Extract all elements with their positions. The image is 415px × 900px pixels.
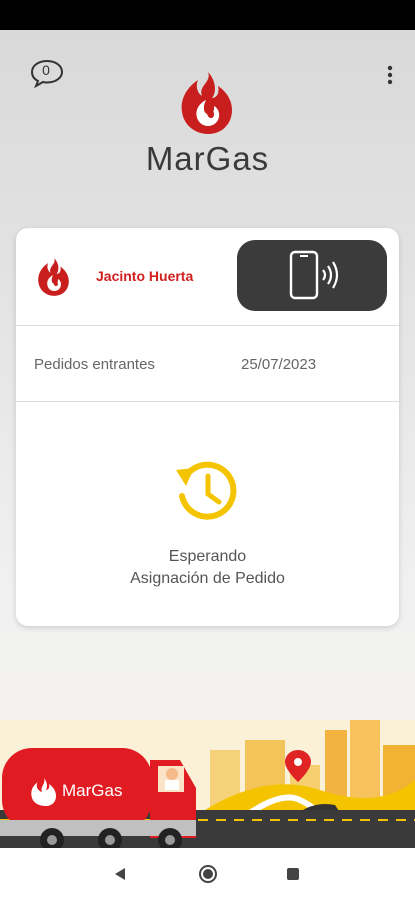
delivery-illustration: MarGas <box>0 720 415 848</box>
brand-title: MarGas <box>145 140 270 177</box>
home-icon[interactable] <box>198 864 218 884</box>
app-screen: 0 MarGas Jacinto Huerta Pedidos entrante… <box>0 30 415 848</box>
orders-date: 25/07/2023 <box>241 356 317 373</box>
order-status-text: Esperando Asignación de Pedido <box>16 546 399 590</box>
system-nav-bar <box>0 848 415 900</box>
flame-logo-icon <box>38 258 69 296</box>
chat-button[interactable]: 0 <box>30 58 64 89</box>
card-header: Jacinto Huerta <box>16 228 399 324</box>
truck-brand-text: MarGas <box>62 781 122 800</box>
status-line-2: Asignación de Pedido <box>130 570 285 587</box>
driver-name: Jacinto Huerta <box>96 268 194 284</box>
phone-nfc-icon <box>289 250 339 300</box>
flame-logo-icon <box>181 72 232 134</box>
orders-label: Pedidos entrantes <box>34 356 155 373</box>
divider <box>16 325 399 326</box>
driver-card: Jacinto Huerta Pedidos entrantes 25/07/2… <box>16 228 399 626</box>
notification-count: 0 <box>42 62 50 78</box>
status-bar <box>0 0 415 30</box>
kebab-menu-icon[interactable] <box>380 60 400 90</box>
gas-truck: MarGas <box>0 748 196 848</box>
status-line-1: Esperando <box>168 548 247 565</box>
divider <box>16 401 399 402</box>
clock-restore-icon <box>176 461 237 520</box>
nfc-button[interactable] <box>237 240 387 311</box>
back-icon[interactable] <box>112 866 128 882</box>
recent-apps-icon[interactable] <box>287 868 299 880</box>
